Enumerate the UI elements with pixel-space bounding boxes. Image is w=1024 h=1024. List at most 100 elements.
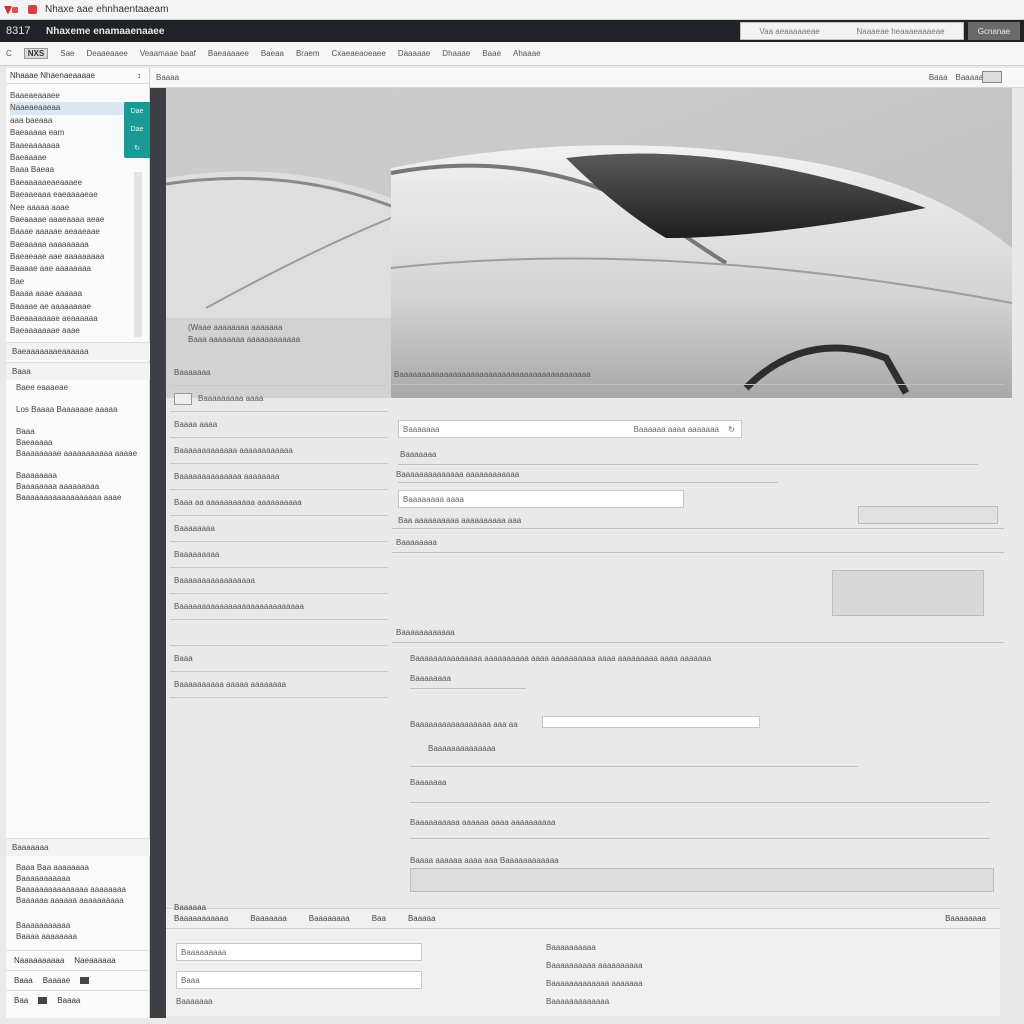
side-button[interactable] (858, 506, 998, 524)
list-item[interactable]: Baaaa aaae aaaaaa (10, 288, 138, 300)
form-row[interactable]: Baaaaaaaaa (170, 542, 388, 568)
list-item[interactable]: Baeaaaaaaae aeaaaaaa (10, 313, 138, 325)
list-item[interactable]: Baaaaaaaaaaaaaaaaaa aaae (16, 492, 144, 503)
input-field-3[interactable] (542, 716, 760, 728)
list-item[interactable]: Baaaaaaaa aaaaaaaaa (16, 481, 144, 492)
form-row[interactable]: Baaaaaaaa (170, 516, 388, 542)
list-item[interactable] (16, 415, 144, 426)
list-item[interactable]: Baaaaaaaae aaaaaaaaaaa aaaae (16, 448, 144, 459)
menu-item[interactable]: Baeaaaaee (208, 49, 249, 58)
sidebar-footer-row-2[interactable]: Baaa Baaaae (6, 970, 150, 990)
menu-item[interactable]: Veaamaae baaf (140, 49, 196, 58)
menu-item[interactable]: Braem (296, 49, 320, 58)
form-row[interactable]: Baaaaaaaaaaaaa aaaaaaaaaaaa (170, 438, 388, 464)
menu-item[interactable]: Daaaaae (398, 49, 430, 58)
menu-item[interactable]: Deaaeaaee (86, 49, 127, 58)
sidebar-sort-icon[interactable]: ↕ (137, 71, 141, 80)
list-item[interactable]: Baaaaaaaaaaa (16, 920, 144, 931)
list-item[interactable]: Bae (10, 276, 138, 288)
field-refresh-icon[interactable]: ↻ (728, 425, 735, 434)
sidebar-footer-row-3[interactable]: Baa Baaaa (6, 990, 150, 1010)
list-item[interactable]: Baeaaaaa aaaaaaaaa (10, 239, 138, 251)
divider-line (392, 552, 1004, 553)
list-item[interactable]: Baaa (16, 426, 144, 437)
view-toggle-icon[interactable] (982, 71, 1002, 83)
form-row[interactable]: Baaaaaaaaa aaaa (170, 386, 388, 412)
list-item[interactable]: Baeaaaaa (16, 437, 144, 448)
list-item[interactable]: Baaa Baeaa (10, 164, 138, 176)
list-item[interactable]: Baaaae ae aaaaaaaae (10, 301, 138, 313)
tree-scrollbar[interactable] (134, 172, 142, 337)
divider-line (392, 384, 1004, 385)
breadcrumb[interactable]: Baaaa (156, 73, 179, 82)
menu-item[interactable]: Sae (60, 49, 74, 58)
list-item[interactable]: Baeaaeaaa eaeaaaaeae (10, 189, 138, 201)
menu-item[interactable]: Baae (482, 49, 501, 58)
bottom-tab[interactable]: Baaaaaaaaaaa (174, 914, 228, 923)
list-item[interactable]: aaa baeaaa (10, 115, 138, 127)
teal-tab-label[interactable]: Dae (131, 126, 144, 133)
toolbar-item[interactable]: Baaa (929, 73, 948, 82)
teal-tab-label[interactable]: Dae (131, 108, 144, 115)
bottom-input-2[interactable]: Baaa (176, 971, 422, 989)
list-item[interactable]: Baeaaaaa eam (10, 127, 138, 139)
list-item[interactable]: Nee aaaaa aaae (10, 202, 138, 214)
list-item[interactable]: Baaeaeaaaee (10, 90, 138, 102)
bottom-tab[interactable]: Baaaaa (408, 914, 436, 923)
bottom-tab-right[interactable]: Baaaaaaaa (945, 914, 1000, 923)
menu-item[interactable]: Dhaaae (442, 49, 470, 58)
form-row[interactable]: Baaaa aaaa (170, 412, 388, 438)
form-row[interactable]: Baaaaaaaaaa aaaaa aaaaaaaa (170, 672, 388, 698)
list-item[interactable]: Baaa Baa aaaaaaaa (16, 862, 144, 873)
form-row[interactable]: Baaa aa aaaaaaaaaaa aaaaaaaaaa (170, 490, 388, 516)
form-row[interactable]: Baaaaaaaaaaaaaa aaaaaaaa (170, 464, 388, 490)
form-row-label: Baaaa aaaa (174, 420, 218, 429)
list-item[interactable]: Baaaaaaae (10, 338, 138, 340)
list-item[interactable]: Baeaaaae aaaeaaaa aeae (10, 214, 138, 226)
list-item[interactable]: Baaaa aaaaaaaa (16, 931, 144, 942)
list-item[interactable]: Baaeaaaaaaa (10, 140, 138, 152)
menu-item[interactable]: Ahaaae (513, 49, 541, 58)
list-item[interactable]: Baeaaaae (10, 152, 138, 164)
list-item[interactable]: Baaaae aae aaaaaaaa (10, 263, 138, 275)
input-field-1[interactable]: Baaaaaaa Baaaaaa aaaa aaaaaaa ↻ (398, 420, 742, 438)
list-item[interactable]: Baeaeaae aae aaaaaaaaa (10, 251, 138, 263)
list-item[interactable]: Baaaaaaaaaaaaaaa aaaaaaaa (16, 884, 144, 895)
list-item[interactable] (16, 459, 144, 470)
list-item[interactable]: Baaaaaaaaaaa (16, 873, 144, 884)
menu-home-icon[interactable]: C (6, 49, 12, 58)
list-item[interactable]: Naaeaeaaeaa (10, 102, 138, 115)
list-item[interactable]: Baaaaaa aaaaaa aaaaaaaaaa (16, 895, 144, 906)
list-item[interactable]: Baaae aaaaae aeaaeaae (10, 226, 138, 238)
input-field-2[interactable]: Baaaaaaaa aaaa (398, 490, 684, 508)
list-item[interactable]: Baeaaaaaeaeaaaee (10, 177, 138, 189)
bottom-tab[interactable]: Baaaaaaaa (309, 914, 350, 923)
bottom-input-1[interactable]: Baaaaaaaaa (176, 943, 422, 961)
row-thumbnail-icon (174, 392, 192, 405)
sidebar-section-3[interactable]: Baaaaaaa (6, 838, 150, 856)
list-item[interactable]: Baaaaaaaa (16, 470, 144, 481)
header-search-field[interactable]: Vaa aeaaaaaeae Naaaeae heaaaeaaaeae (740, 22, 964, 40)
menu-badge[interactable]: NXS (23, 48, 49, 59)
menu-bar: C NXS Sae Deaaeaaee Veaamaae baaf Baeaaa… (0, 42, 1024, 66)
refresh-icon[interactable]: ↻ (134, 144, 140, 152)
form-row[interactable] (170, 620, 388, 646)
menu-item[interactable]: Cxaeaeaoeaee (332, 49, 386, 58)
list-item[interactable]: Los Baaaa Baaaaaae aaaaa (16, 404, 144, 415)
bottom-tab[interactable]: Baa (372, 914, 386, 923)
form-row[interactable]: Baaaaaaaaaaaaaaaaaaaaaaaaaaaa (170, 594, 388, 620)
sidebar-section-2[interactable]: Baaa (6, 362, 150, 380)
list-item[interactable]: Baeaaaaaaae aaae (10, 325, 138, 337)
sidebar-section-1[interactable]: Baeaaaaaaaeaaaaaa (6, 342, 150, 360)
list-item[interactable]: Baee eaaaeae (16, 382, 144, 393)
teal-side-tab[interactable]: Dae Dae ↻ (124, 102, 150, 158)
form-row[interactable]: Baaaaaaa (170, 360, 388, 386)
form-row[interactable]: Baaaaaaaaaaaaaaaaa (170, 568, 388, 594)
menu-item[interactable]: Baeaa (261, 49, 284, 58)
panel-divider[interactable] (150, 68, 166, 1018)
form-row[interactable]: Baaa (170, 646, 388, 672)
header-action-button[interactable]: Gcnanae (968, 22, 1020, 40)
list-item[interactable] (16, 393, 144, 404)
sidebar-footer-row-1[interactable]: Naaaaaaaaaa Naeaaaaaa (6, 950, 150, 970)
bottom-tab[interactable]: Baaaaaaa (250, 914, 286, 923)
